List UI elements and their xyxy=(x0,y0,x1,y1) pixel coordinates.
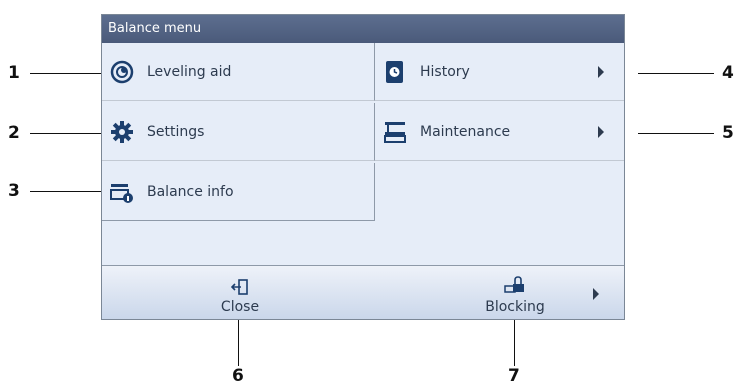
callout-3: 3 xyxy=(8,181,20,201)
blocking-label: Blocking xyxy=(485,298,545,315)
menu-item-label: Leveling aid xyxy=(147,63,232,80)
callout-5: 5 xyxy=(722,123,734,143)
callout-line-5 xyxy=(638,133,714,134)
menu-item-label: Maintenance xyxy=(420,123,511,140)
menu-item-leveling-aid[interactable]: Leveling aid xyxy=(102,43,375,101)
callout-2: 2 xyxy=(8,123,20,143)
lock-icon xyxy=(504,274,526,296)
window-title: Balance menu xyxy=(102,15,624,43)
balance-info-icon xyxy=(110,180,134,204)
callout-7: 7 xyxy=(508,366,520,386)
callout-6: 6 xyxy=(232,366,244,386)
callout-1: 1 xyxy=(8,63,20,83)
callout-line-2 xyxy=(30,133,110,134)
chevron-right-icon[interactable] xyxy=(593,288,599,300)
gear-icon xyxy=(110,120,134,144)
callout-line-3 xyxy=(30,191,110,192)
leveling-aid-icon xyxy=(110,60,134,84)
callout-4: 4 xyxy=(722,63,734,83)
exit-icon xyxy=(231,274,249,296)
maintenance-icon xyxy=(383,120,407,144)
callout-line-4 xyxy=(638,73,714,74)
blocking-button[interactable]: Blocking xyxy=(455,266,575,319)
menu-item-history[interactable]: History xyxy=(375,43,624,101)
menu-item-balance-info[interactable]: Balance info xyxy=(102,163,375,221)
chevron-right-icon xyxy=(598,65,604,78)
menu-item-label: History xyxy=(420,63,470,80)
footer-bar: Close Blocking xyxy=(102,265,624,319)
close-button[interactable]: Close xyxy=(180,266,300,319)
callout-line-6 xyxy=(238,320,239,366)
balance-menu-screen: Balance menu Leveling aid Settings Balan… xyxy=(101,14,625,320)
callout-line-1 xyxy=(30,73,110,74)
chevron-right-icon xyxy=(598,125,604,138)
menu-item-settings[interactable]: Settings xyxy=(102,103,375,161)
menu-item-maintenance[interactable]: Maintenance xyxy=(375,103,624,161)
menu-item-label: Balance info xyxy=(147,183,234,200)
close-label: Close xyxy=(220,298,260,315)
menu-item-label: Settings xyxy=(147,123,205,140)
callout-line-7 xyxy=(514,320,515,366)
history-icon xyxy=(383,60,407,84)
